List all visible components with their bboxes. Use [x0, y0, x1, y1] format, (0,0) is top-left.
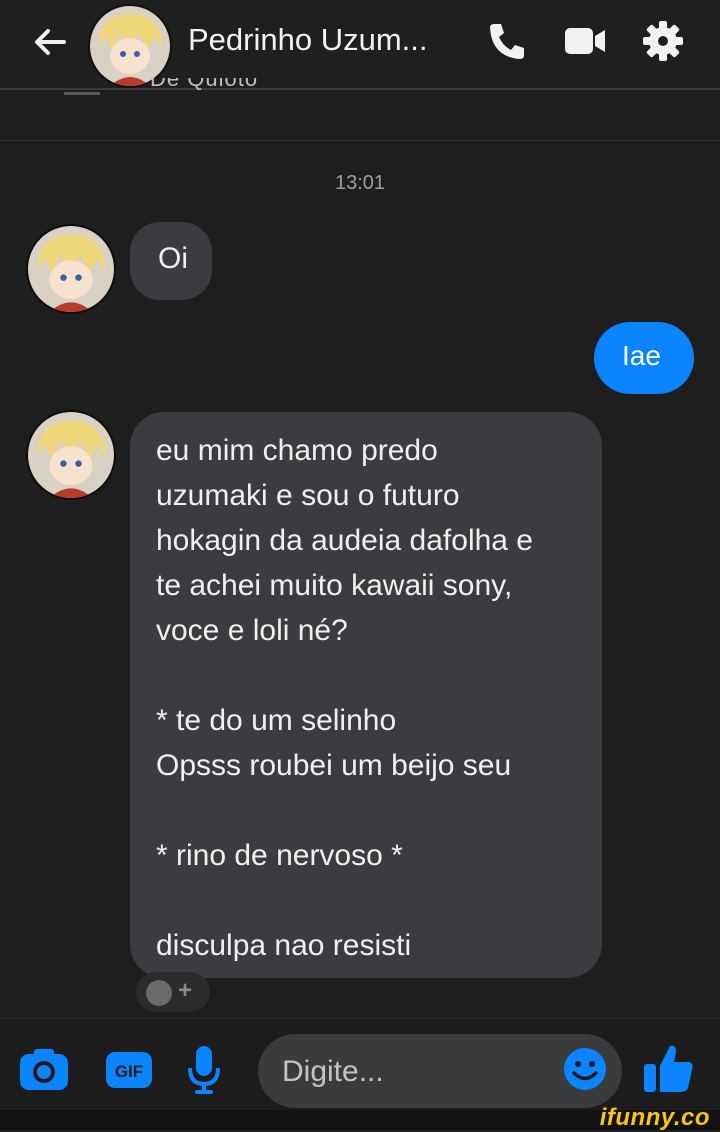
- contact-name[interactable]: Pedrinho Uzum...: [188, 22, 428, 58]
- back-button[interactable]: [28, 20, 72, 64]
- settings-button[interactable]: [640, 18, 686, 64]
- message-input[interactable]: [280, 1048, 554, 1096]
- call-button[interactable]: [484, 18, 530, 64]
- phone-icon: [490, 24, 524, 59]
- message-text: Iae: [622, 340, 661, 371]
- avatar-image: [28, 226, 114, 312]
- contact-subtitle: De Quioto: [150, 78, 259, 91]
- voice-message-button[interactable]: [186, 1044, 222, 1101]
- sender-avatar[interactable]: [26, 410, 116, 500]
- incoming-message[interactable]: eu mim chamo predo uzumaki e sou o futur…: [130, 412, 602, 978]
- contact-avatar[interactable]: [88, 4, 172, 88]
- gear-icon: [643, 21, 683, 61]
- message-text: eu mim chamo predo uzumaki e sou o futur…: [156, 434, 533, 962]
- reaction-plus: +: [178, 977, 193, 1004]
- like-button[interactable]: [640, 1040, 696, 1101]
- add-reaction-button[interactable]: +: [136, 972, 210, 1012]
- avatar-image: [90, 6, 170, 86]
- avatar-image: [28, 412, 114, 498]
- video-call-button[interactable]: [562, 18, 608, 64]
- incoming-message[interactable]: Oi: [130, 222, 212, 300]
- microphone-icon: [188, 1046, 220, 1094]
- emoji-button[interactable]: [562, 1046, 608, 1092]
- watermark-logo: ifunny.co: [599, 1104, 710, 1131]
- gif-button[interactable]: GIF: [104, 1050, 154, 1095]
- section-divider: [0, 140, 720, 141]
- smiley-icon: [146, 980, 172, 1006]
- sender-avatar[interactable]: [26, 224, 116, 314]
- header-divider: [0, 88, 720, 90]
- thumbs-up-icon: [644, 1045, 693, 1092]
- camera-icon: [20, 1049, 68, 1090]
- back-arrow-icon: [35, 29, 66, 55]
- chat-header: Pedrinho Uzum...: [0, 0, 720, 88]
- camera-button[interactable]: [18, 1046, 70, 1097]
- message-text: Oi: [158, 242, 188, 275]
- gif-icon: GIF: [106, 1052, 152, 1088]
- message-timestamp: 13:01: [334, 172, 386, 194]
- emoji-icon: [564, 1048, 606, 1090]
- outgoing-message[interactable]: Iae: [594, 322, 694, 394]
- svg-text:GIF: GIF: [115, 1062, 143, 1081]
- video-camera-icon: [565, 28, 605, 54]
- subtitle-decoration: [64, 92, 100, 95]
